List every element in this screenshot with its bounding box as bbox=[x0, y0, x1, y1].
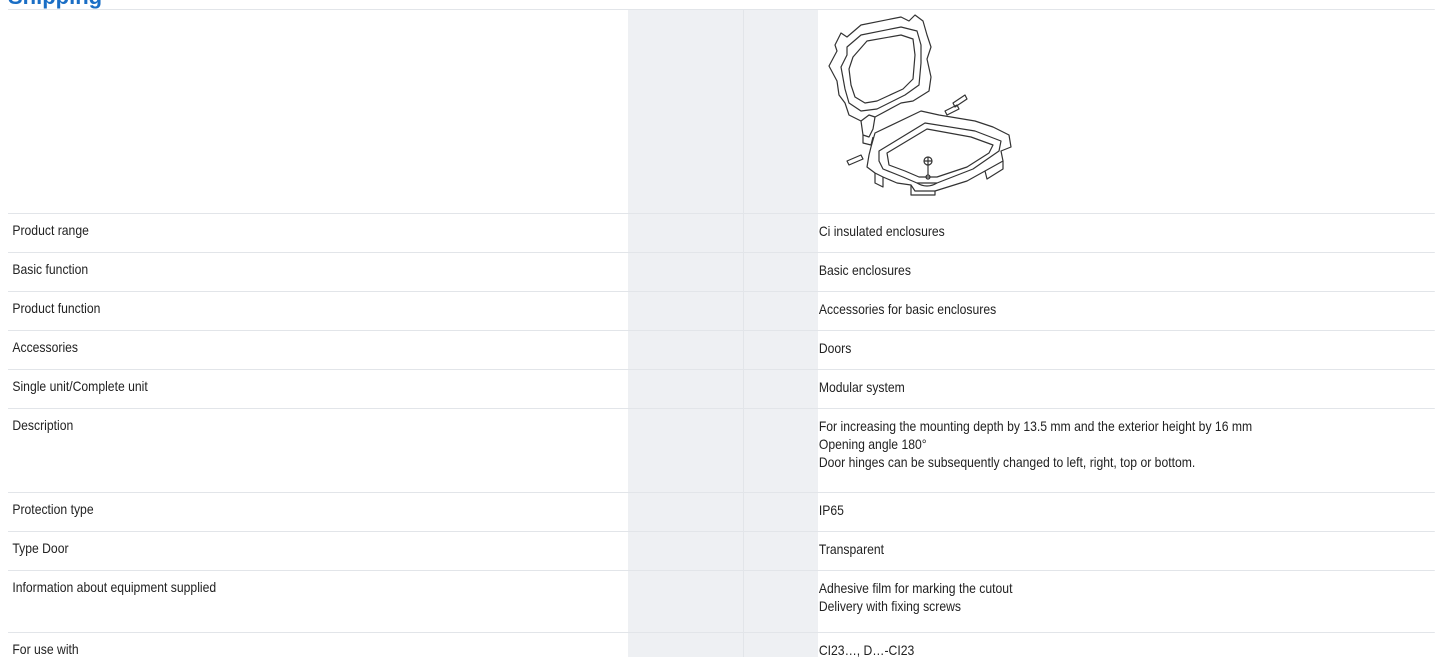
spec-value-line: Transparent bbox=[818, 541, 885, 557]
spec-label: Type Door bbox=[12, 540, 69, 556]
spec-value-line: Basic enclosures bbox=[818, 262, 911, 278]
section-heading: Shipping bbox=[8, 0, 102, 9]
spec-value-line: CI23…, D…-CI23 bbox=[818, 642, 915, 657]
spec-value-line: Door hinges can be subsequently changed … bbox=[818, 454, 1196, 470]
spec-label: Accessories bbox=[12, 339, 79, 355]
spec-row: Product range Ci insulated enclosures bbox=[8, 213, 1435, 252]
spec-value-line: Accessories for basic enclosures bbox=[818, 301, 997, 317]
spec-value: IP65 bbox=[819, 501, 844, 519]
spec-label: Basic function bbox=[12, 261, 89, 277]
spec-label: Product range bbox=[12, 222, 89, 238]
spec-value-line: Delivery with fixing screws bbox=[818, 598, 961, 614]
spec-value: Ci insulated enclosures bbox=[819, 222, 945, 240]
spec-value-line: Modular system bbox=[818, 379, 905, 395]
spec-row: Description For increasing the mounting … bbox=[8, 408, 1435, 492]
spec-label: Single unit/Complete unit bbox=[12, 378, 148, 394]
image-row bbox=[8, 9, 1435, 213]
spec-value: Adhesive film for marking the cutout Del… bbox=[819, 579, 1013, 615]
spec-value-line: Adhesive film for marking the cutout bbox=[818, 580, 1013, 596]
spec-row: For use with CI23…, D…-CI23 bbox=[8, 632, 1435, 657]
spec-value: Transparent bbox=[819, 540, 884, 558]
spec-value-line: Ci insulated enclosures bbox=[818, 223, 945, 239]
spec-row: Single unit/Complete unit Modular system bbox=[8, 369, 1435, 408]
spec-value: Basic enclosures bbox=[819, 261, 911, 279]
spec-value-line: For increasing the mounting depth by 13.… bbox=[818, 418, 1253, 434]
spec-label: Protection type bbox=[12, 501, 94, 517]
spec-row: Type Door Transparent bbox=[8, 531, 1435, 570]
spec-value-line: IP65 bbox=[818, 502, 844, 518]
spec-label: Information about equipment supplied bbox=[12, 579, 217, 595]
spec-value: For increasing the mounting depth by 13.… bbox=[819, 417, 1252, 471]
spec-row: Information about equipment supplied Adh… bbox=[8, 570, 1435, 632]
spec-row: Protection type IP65 bbox=[8, 492, 1435, 531]
spec-label: Product function bbox=[12, 300, 101, 316]
spec-row: Product function Accessories for basic e… bbox=[8, 291, 1435, 330]
spec-table: Product range Ci insulated enclosures Ba… bbox=[8, 9, 1435, 657]
spec-value: Doors bbox=[819, 339, 852, 357]
spec-value: Modular system bbox=[819, 378, 905, 396]
section-heading-strip: Shipping bbox=[0, 0, 1435, 9]
spec-value-line: Opening angle 180° bbox=[818, 436, 927, 452]
spec-label: Description bbox=[12, 417, 74, 433]
spec-value: Accessories for basic enclosures bbox=[819, 300, 996, 318]
spec-label: For use with bbox=[12, 641, 79, 657]
spec-value-line: Doors bbox=[818, 340, 852, 356]
spec-value: CI23…, D…-CI23 bbox=[819, 641, 914, 657]
spec-row: Accessories Doors bbox=[8, 330, 1435, 369]
product-spec-page: Shipping Product range Ci i bbox=[0, 0, 1435, 657]
spec-row: Basic function Basic enclosures bbox=[8, 252, 1435, 291]
